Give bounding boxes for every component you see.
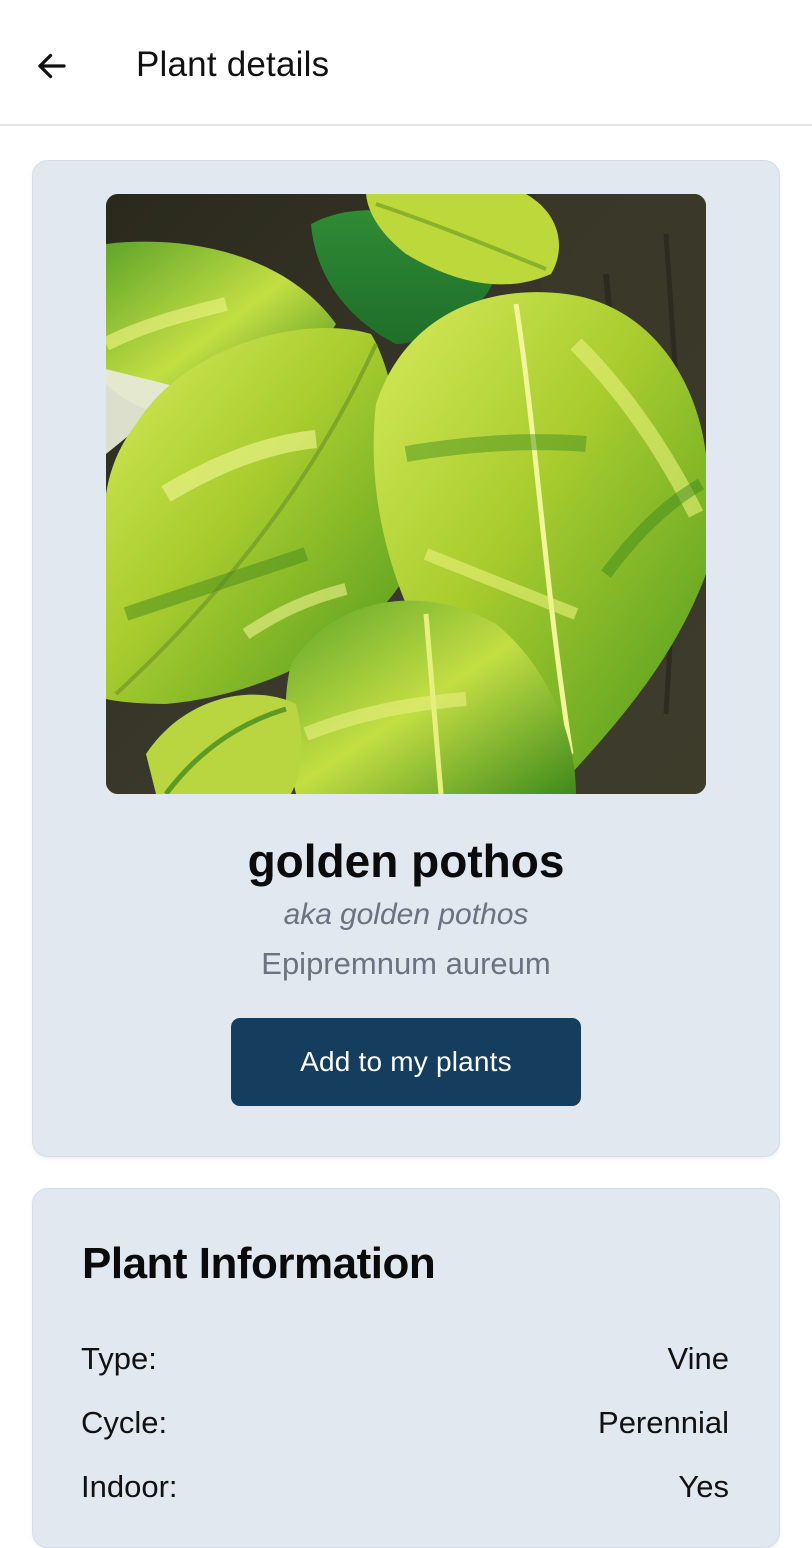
aka-prefix: aka [283,898,332,931]
info-value-indoor: Yes [678,1469,729,1504]
info-row-cycle: Cycle: Perennial [81,1403,729,1443]
info-value-type: Vine [667,1341,730,1376]
info-label-type: Type: [81,1341,157,1376]
back-button[interactable] [26,40,78,92]
plant-aka: aka golden pothos [33,897,779,933]
info-value-cycle: Perennial [598,1405,729,1440]
aka-name: golden pothos [339,898,529,931]
info-row-indoor: Indoor: Yes [81,1467,729,1507]
plant-scientific-name: Epipremnum aureum [261,946,551,981]
info-label-cycle: Cycle: [81,1405,168,1440]
info-row-type: Type: Vine [81,1339,729,1379]
plant-information-title: Plant Information [82,1239,436,1288]
page-title: Plant details [136,45,330,84]
plant-common-name: golden pothos [247,835,565,887]
plant-hero-card: golden pothos aka golden pothos Epipremnu… [32,160,780,1157]
plant-image [106,194,706,794]
info-label-indoor: Indoor: [81,1469,178,1504]
add-to-my-plants-button[interactable]: Add to my plants [231,1018,581,1106]
plant-photo [106,194,706,794]
app-bar: Plant details [0,0,812,126]
arrow-left-icon [38,53,66,79]
